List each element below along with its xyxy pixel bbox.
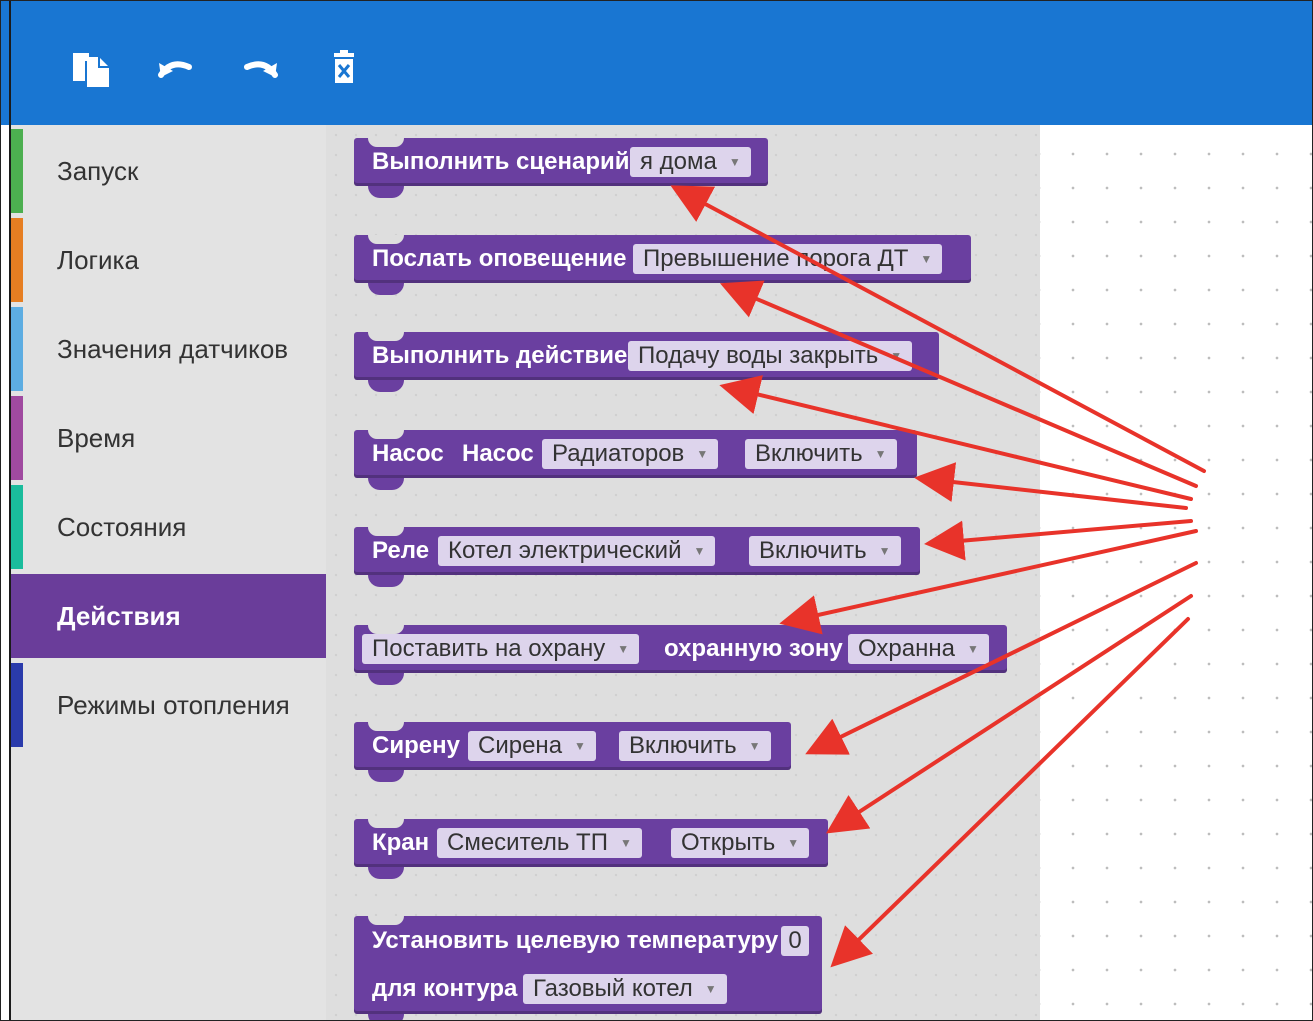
category-label: Режимы отопления bbox=[57, 689, 290, 720]
dropdown-value: я дома bbox=[640, 148, 717, 175]
dropdown-value: Смеситель ТП bbox=[447, 829, 608, 856]
dropdown-value: Охранна bbox=[858, 635, 955, 662]
category-actions[interactable]: Действия bbox=[11, 574, 326, 658]
dropdown-value: Радиаторов bbox=[552, 440, 685, 467]
window-edge bbox=[9, 1, 11, 1020]
dropdown-arrow-icon: ▼ bbox=[693, 544, 706, 558]
valve-dropdown[interactable]: Смеситель ТП ▼ bbox=[437, 828, 642, 858]
dropdown-value: Подачу воды закрыть bbox=[638, 342, 879, 369]
block-set-target-temperature[interactable]: Установить целевую температуру 0 для кон… bbox=[354, 916, 822, 1020]
category-label: Значения датчиков bbox=[57, 333, 289, 364]
temperature-input[interactable]: 0 bbox=[781, 926, 809, 956]
dropdown-arrow-icon: ▼ bbox=[574, 739, 586, 753]
pump-state-dropdown[interactable]: Включить ▼ bbox=[745, 439, 897, 469]
block-label: Послать оповещение bbox=[372, 245, 627, 272]
dropdown-value: Превышение порога ДТ bbox=[643, 245, 909, 272]
action-dropdown[interactable]: Подачу воды закрыть ▼ bbox=[628, 341, 913, 371]
dropdown-value: Газовый котел bbox=[533, 975, 693, 1002]
dropdown-arrow-icon: ▼ bbox=[874, 447, 887, 461]
category-label: Запуск bbox=[57, 155, 139, 186]
block-notch bbox=[368, 625, 404, 634]
dropdown-value: Котел электрический bbox=[448, 537, 682, 564]
block-arm-security[interactable]: Поставить на охрану ▼ охранную зону Охран… bbox=[354, 625, 1007, 685]
block-pump[interactable]: Насос Насос Радиаторов ▼ Включить ▼ bbox=[354, 430, 917, 490]
dropdown-arrow-icon: ▼ bbox=[878, 544, 891, 558]
block-label: Реле bbox=[372, 537, 430, 564]
category-label: Время bbox=[57, 422, 136, 453]
category-color-bar bbox=[11, 396, 23, 480]
notification-dropdown[interactable]: Превышение порога ДТ ▼ bbox=[633, 244, 943, 274]
dropdown-arrow-icon: ▼ bbox=[696, 447, 709, 461]
dropdown-arrow-icon: ▼ bbox=[617, 642, 630, 656]
block-run-action[interactable]: Выполнить действие Подачу воды закрыть ▼ bbox=[354, 332, 939, 392]
arm-mode-dropdown[interactable]: Поставить на охрану ▼ bbox=[362, 634, 640, 664]
dropdown-arrow-icon: ▼ bbox=[787, 836, 800, 850]
category-color-bar bbox=[11, 485, 23, 569]
dropdown-arrow-icon: ▼ bbox=[704, 982, 717, 996]
category-heating-modes[interactable]: Режимы отопления bbox=[11, 663, 326, 747]
dropdown-value: Открыть bbox=[681, 829, 776, 856]
workspace-canvas[interactable] bbox=[1040, 125, 1312, 1020]
valve-state-dropdown[interactable]: Открыть ▼ bbox=[671, 828, 810, 858]
block-label: Насос bbox=[462, 440, 534, 467]
block-label: Выполнить действие bbox=[372, 342, 628, 369]
block-run-scenario[interactable]: Выполнить сценарий я дома ▼ bbox=[354, 138, 768, 198]
category-start[interactable]: Запуск bbox=[11, 129, 326, 213]
category-sidebar: Запуск Логика Значения датчиков Время Со… bbox=[11, 125, 326, 1020]
category-sensor-values[interactable]: Значения датчиков bbox=[11, 307, 326, 391]
category-color-bar bbox=[11, 307, 23, 391]
category-states[interactable]: Состояния bbox=[11, 485, 326, 569]
dropdown-arrow-icon: ▼ bbox=[920, 252, 933, 266]
delete-icon[interactable] bbox=[321, 45, 367, 91]
siren-state-dropdown[interactable]: Включить ▼ bbox=[619, 731, 771, 761]
dropdown-value: Включить bbox=[759, 537, 867, 564]
dropdown-arrow-icon: ▼ bbox=[728, 155, 741, 169]
dropdown-value: Включить bbox=[629, 732, 737, 759]
category-time[interactable]: Время bbox=[11, 396, 326, 480]
dropdown-value: Сирена bbox=[478, 732, 563, 759]
dropdown-arrow-icon: ▼ bbox=[619, 836, 632, 850]
relay-state-dropdown[interactable]: Включить ▼ bbox=[749, 536, 901, 566]
circuit-dropdown[interactable]: Газовый котел ▼ bbox=[523, 974, 727, 1004]
category-logic[interactable]: Логика bbox=[11, 218, 326, 302]
dropdown-arrow-icon: ▼ bbox=[966, 642, 979, 656]
category-color-bar bbox=[11, 129, 23, 213]
redo-icon[interactable] bbox=[237, 45, 283, 91]
dropdown-value: Включить bbox=[755, 440, 863, 467]
block-relay[interactable]: Реле Котел электрический ▼ Включить ▼ bbox=[354, 527, 920, 587]
dropdown-arrow-icon: ▼ bbox=[748, 739, 761, 753]
dropdown-arrow-icon: ▼ bbox=[890, 349, 903, 363]
block-label: Сирену bbox=[372, 732, 460, 759]
category-label: Логика bbox=[57, 244, 139, 275]
block-send-notification[interactable]: Послать оповещение Превышение порога ДТ ▼ bbox=[354, 235, 971, 295]
block-valve[interactable]: Кран Смеситель ТП ▼ Открыть ▼ bbox=[354, 819, 828, 879]
siren-dropdown[interactable]: Сирена ▼ bbox=[468, 731, 596, 761]
app-window: Запуск Логика Значения датчиков Время Со… bbox=[0, 0, 1313, 1021]
copy-icon[interactable] bbox=[69, 45, 115, 91]
block-label: Выполнить сценарий bbox=[372, 148, 630, 175]
relay-dropdown[interactable]: Котел электрический ▼ bbox=[438, 536, 716, 566]
block-label: Установить целевую температуру bbox=[372, 927, 779, 954]
block-tab bbox=[368, 1014, 404, 1020]
category-color-bar bbox=[11, 663, 23, 747]
scenario-dropdown[interactable]: я дома ▼ bbox=[630, 147, 751, 177]
security-zone-dropdown[interactable]: Охранна ▼ bbox=[848, 634, 989, 664]
block-label: Кран bbox=[372, 829, 430, 856]
dropdown-value: Поставить на охрану bbox=[372, 635, 606, 662]
block-label: охранную зону bbox=[664, 635, 843, 662]
block-label: Насос bbox=[372, 440, 444, 467]
undo-icon[interactable] bbox=[153, 45, 199, 91]
toolbar bbox=[1, 1, 1312, 125]
category-color-bar bbox=[11, 218, 23, 302]
category-label: Действия bbox=[57, 600, 181, 631]
block-label: для контура bbox=[372, 975, 518, 1002]
pump-dropdown[interactable]: Радиаторов ▼ bbox=[542, 439, 719, 469]
block-siren[interactable]: Сирену Сирена ▼ Включить ▼ bbox=[354, 722, 791, 782]
category-label: Состояния bbox=[57, 511, 187, 542]
